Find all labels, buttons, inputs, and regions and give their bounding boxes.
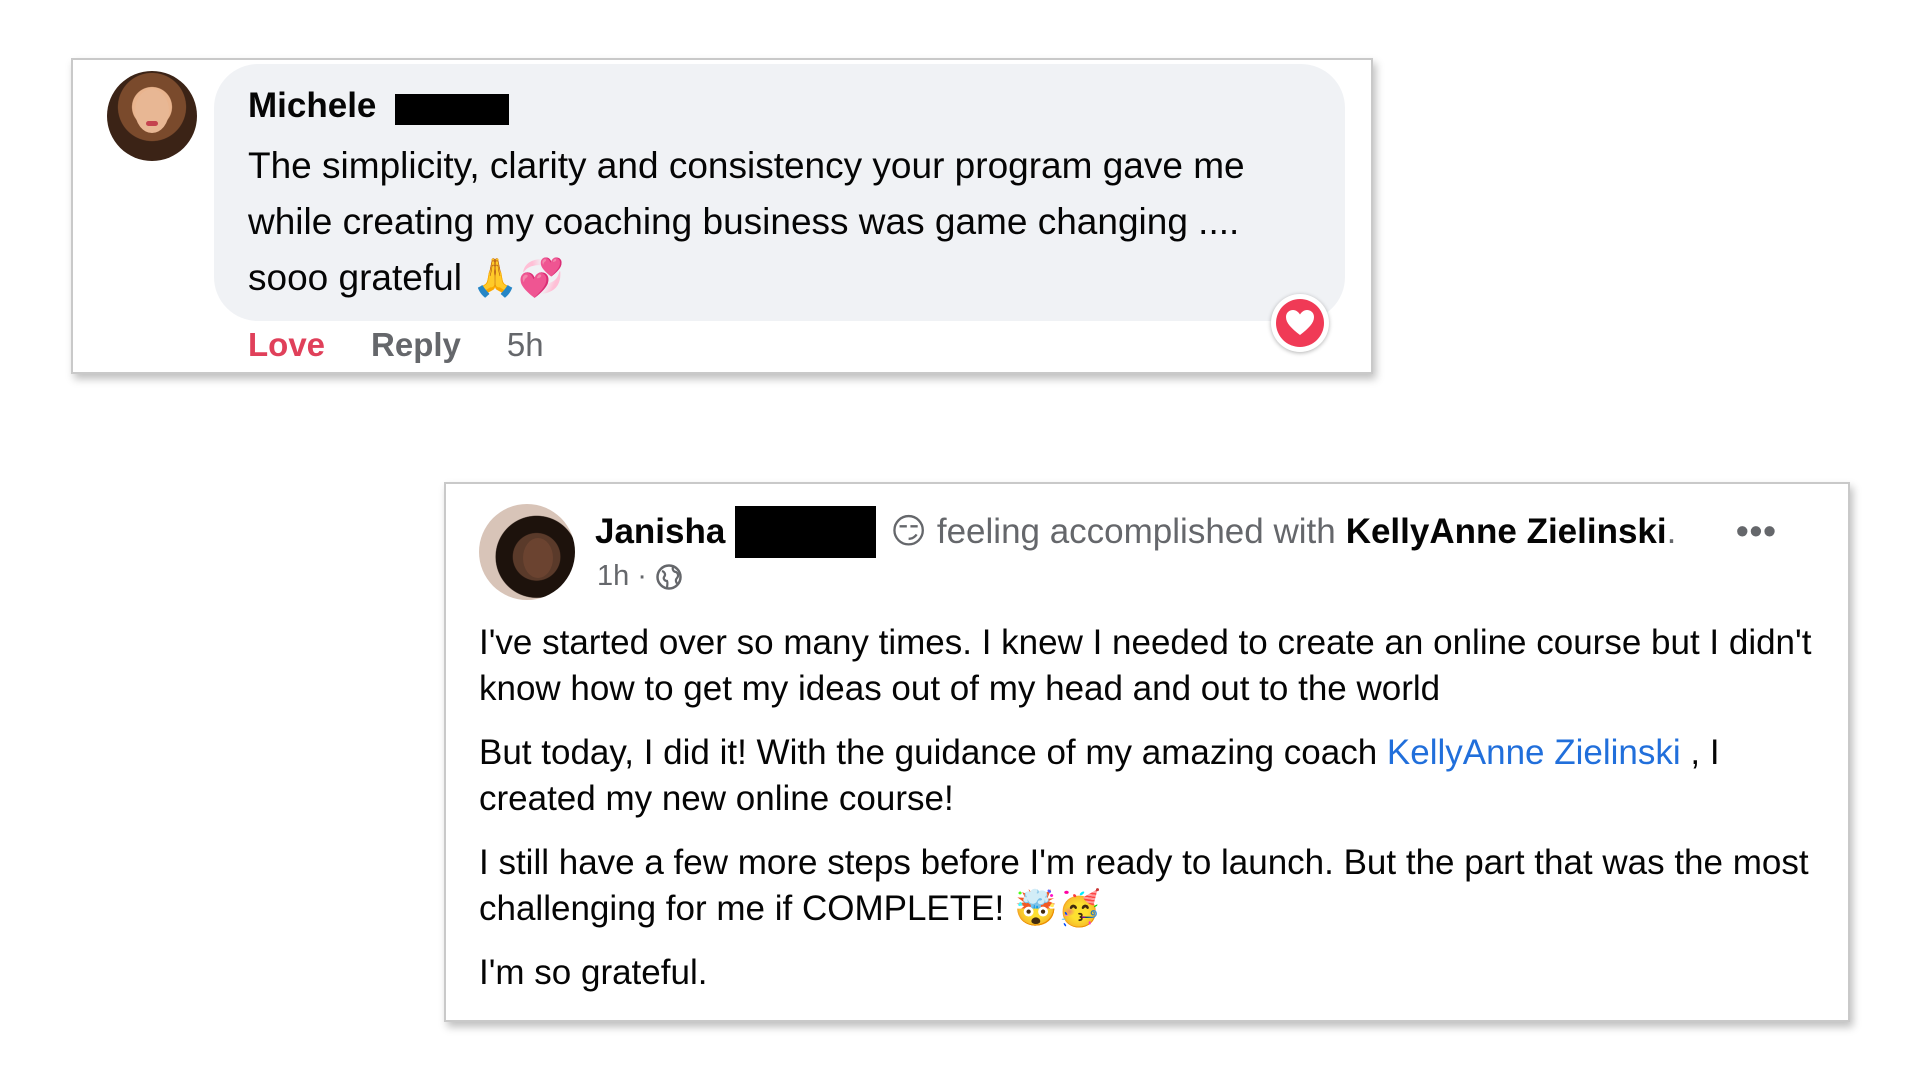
feeling-emoji-icon: 😏: [890, 512, 927, 552]
post-timestamp[interactable]: 1h: [597, 560, 629, 593]
post-meta: 1h ·: [597, 560, 683, 593]
love-button[interactable]: Love: [248, 326, 325, 364]
comment-timestamp[interactable]: 5h: [507, 326, 544, 364]
globe-icon[interactable]: [655, 563, 683, 591]
comment-text: The simplicity, clarity and consistency …: [248, 138, 1298, 306]
avatar-lips: [146, 121, 158, 126]
post-header: Janisha 😏 feeling accomplished with Kell…: [595, 506, 1676, 558]
comment-body: The simplicity, clarity and consistency …: [248, 145, 1245, 298]
comment-author-name[interactable]: Michele: [248, 86, 376, 126]
p2-text-before: But today, I did it! With the guidance o…: [479, 733, 1387, 772]
tagged-person-link[interactable]: KellyAnne Zielinski: [1346, 512, 1667, 552]
post-card: Janisha 😏 feeling accomplished with Kell…: [444, 482, 1850, 1022]
avatar[interactable]: [479, 504, 575, 600]
coach-mention-link[interactable]: KellyAnne Zielinski: [1387, 733, 1681, 772]
meta-separator: ·: [637, 560, 647, 592]
heart-reaction-icon: [1276, 299, 1324, 347]
reaction-badge[interactable]: [1271, 294, 1329, 352]
post-author-name[interactable]: Janisha: [595, 512, 725, 552]
avatar[interactable]: [107, 71, 197, 161]
comment-emojis: 🙏💞: [472, 256, 565, 299]
reply-button[interactable]: Reply: [371, 326, 461, 364]
p3-text: I still have a few more steps before I'm…: [479, 843, 1809, 928]
redacted-last-name: [735, 506, 877, 558]
heart-shape: [1286, 310, 1314, 335]
post-body: I've started over so many times. I knew …: [479, 620, 1829, 1014]
more-options-button[interactable]: •••: [1736, 510, 1777, 552]
redacted-last-name: [395, 94, 509, 125]
avatar-face: [135, 89, 169, 133]
avatar-face: [523, 538, 553, 578]
screenshot-canvas: Michele The simplicity, clarity and cons…: [0, 0, 1920, 1080]
post-paragraph-4: I'm so grateful.: [479, 953, 708, 992]
post-paragraph-3: I still have a few more steps before I'm…: [479, 840, 1829, 932]
comment-card: Michele The simplicity, clarity and cons…: [71, 58, 1373, 374]
feeling-text: feeling accomplished with: [936, 512, 1336, 551]
p3-emojis: 🤯🥳: [1013, 889, 1102, 929]
post-paragraph-1: I've started over so many times. I knew …: [479, 623, 1812, 708]
post-paragraph-2: But today, I did it! With the guidance o…: [479, 730, 1829, 822]
comment-actions: Love Reply 5h: [248, 326, 544, 364]
header-period: .: [1666, 512, 1677, 551]
